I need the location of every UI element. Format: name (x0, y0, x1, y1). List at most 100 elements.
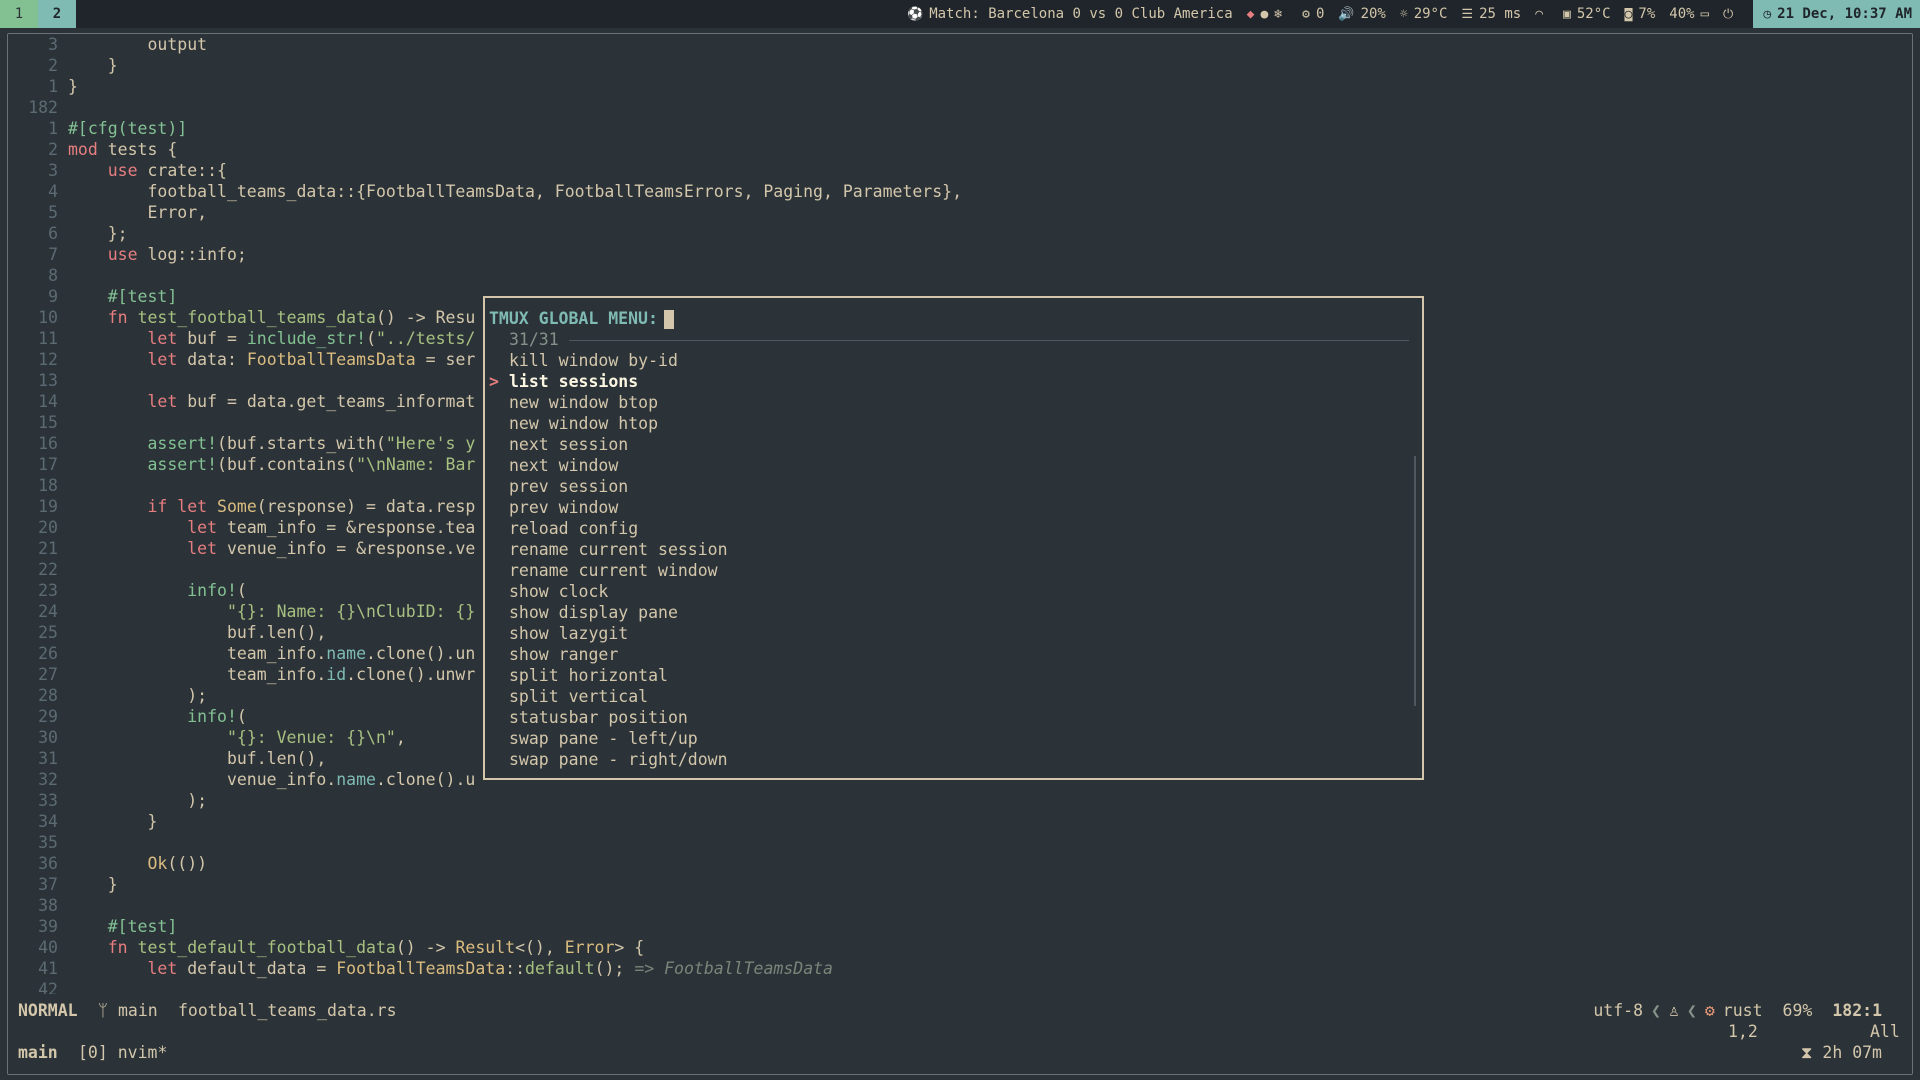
code-token: assert! (147, 455, 218, 474)
menu-item[interactable]: kill window by-id (509, 350, 678, 371)
code-line[interactable]: 4 football_teams_data::{FootballTeamsDat… (8, 181, 1908, 202)
code-text: let venue_info = &response.ve (68, 538, 475, 559)
menu-item[interactable]: show clock (509, 581, 608, 602)
weather-module[interactable]: ☼ 29°C (1400, 6, 1448, 22)
code-token: :: (505, 959, 526, 978)
menu-item[interactable]: swap pane - right/down (509, 749, 728, 770)
code-token: test_football_teams_data (137, 308, 376, 327)
workspace-2-button[interactable]: 2 (38, 0, 76, 28)
code-line[interactable]: 42 (8, 979, 1908, 994)
menu-input-cursor[interactable] (663, 310, 674, 329)
code-line[interactable]: 3 output (8, 34, 1908, 55)
tmux-window-tab[interactable]: [0] nvim* (78, 1042, 167, 1064)
line-number: 40 (38, 938, 58, 957)
code-line[interactable]: 35 (8, 832, 1908, 853)
code-token: (); (594, 959, 635, 978)
line-number: 33 (38, 791, 58, 810)
code-line[interactable]: 2 mod tests { (8, 139, 1908, 160)
menu-scrollbar[interactable] (1414, 456, 1416, 706)
volume-module[interactable]: 🔊 20% (1338, 6, 1385, 22)
code-text: let team_info = &response.tea (68, 517, 475, 538)
line-number: 34 (38, 812, 58, 831)
menu-item[interactable]: split vertical (509, 686, 648, 707)
file-encoding: utf-8 (1593, 1001, 1644, 1020)
menu-item[interactable]: show lazygit (509, 623, 628, 644)
menu-item[interactable]: split horizontal (509, 665, 668, 686)
menu-item[interactable]: new window btop (509, 392, 658, 413)
tmux-session-name[interactable]: main (18, 1042, 58, 1064)
code-text: info!( (68, 706, 247, 727)
code-token: FootballTeamsData (246, 350, 416, 369)
menu-item[interactable]: next session (509, 434, 628, 455)
temp-module[interactable]: ▣ 52°C (1563, 6, 1611, 22)
menu-item[interactable]: prev window (509, 497, 618, 518)
snowflake-icon: ❄ (1274, 6, 1283, 22)
menu-item[interactable]: reload config (509, 518, 638, 539)
ping-module-text: 25 ms (1479, 6, 1522, 22)
chip-icon: ▣ (1563, 6, 1571, 22)
menu-item[interactable]: next window (509, 455, 618, 476)
menu-item[interactable]: show display pane (509, 602, 678, 623)
code-line[interactable]: 6 }; (8, 223, 1908, 244)
code-line[interactable]: 5 Error, (8, 202, 1908, 223)
code-text: #[cfg(test)] (68, 118, 187, 139)
line-number: 3 (48, 35, 58, 54)
code-line[interactable]: 1} (8, 76, 1908, 97)
code-line[interactable]: 7 use log::info; (8, 244, 1908, 265)
line-number: 10 (38, 308, 58, 327)
code-line[interactable]: 8 (8, 265, 1908, 286)
code-token: buf = (177, 329, 247, 348)
menu-item[interactable]: list sessions (509, 371, 638, 392)
code-token: venue_info. (68, 770, 337, 789)
code-line[interactable]: 37 } (8, 874, 1908, 895)
code-token: use (107, 161, 138, 180)
menu-item[interactable]: prev session (509, 476, 628, 497)
code-line[interactable]: 2 } (8, 55, 1908, 76)
code-token: fn (107, 308, 128, 327)
separator-icon: ❮ (1651, 1001, 1661, 1020)
code-line[interactable]: 1 #[cfg(test)] (8, 118, 1908, 139)
temp-module-text: 52°C (1576, 6, 1611, 22)
code-text: output (68, 34, 207, 55)
code-line[interactable]: 36 Ok(()) (8, 853, 1908, 874)
code-line[interactable]: 3 use crate::{ (8, 160, 1908, 181)
tmux-status-bar: main [0] nvim* ⧗ 2h 07m (8, 1042, 1912, 1064)
power-module[interactable]: ⏻ (1723, 6, 1739, 22)
menu-item[interactable]: new window htop (509, 413, 658, 434)
code-text: "{}: Venue: {}\n", (68, 727, 406, 748)
menu-item[interactable]: statusbar position (509, 707, 688, 728)
menu-item[interactable]: rename current session (509, 539, 728, 560)
code-line[interactable]: 182 (8, 97, 1908, 118)
cpu-module[interactable]: ⚙ 0 (1302, 6, 1324, 22)
code-line[interactable]: 41 let default_data = FootballTeamsData:… (8, 958, 1908, 979)
code-token: info! (187, 581, 237, 600)
code-token: ( (236, 707, 247, 726)
line-number: 41 (38, 959, 58, 978)
match-module[interactable]: ⚽ Match: Barcelona 0 vs 0 Club America (907, 6, 1233, 22)
line-number: 35 (38, 833, 58, 852)
ping-module[interactable]: ☰ 25 ms (1461, 6, 1521, 22)
menu-item[interactable]: rename current window (509, 560, 718, 581)
code-token: } (68, 56, 118, 75)
tmux-global-menu[interactable]: TMUX GLOBAL MENU: 31/31 > kill window by… (483, 296, 1424, 780)
cpu-module-text: 0 (1315, 6, 1325, 22)
code-line[interactable]: 38 (8, 895, 1908, 916)
battery-module[interactable]: 40% ▭ (1669, 6, 1709, 22)
code-text: Error, (68, 202, 207, 223)
code-line[interactable]: 39 #[test] (8, 916, 1908, 937)
wifi-module[interactable]: ◠ (1535, 6, 1549, 22)
tray-module[interactable]: ◆ ● ❄ (1247, 7, 1288, 22)
menu-item[interactable]: swap pane - left/up (509, 728, 698, 749)
code-token: data: (177, 350, 247, 369)
memory-module[interactable]: ◙ 7% (1625, 6, 1656, 22)
menu-item[interactable]: show ranger (509, 644, 618, 665)
clock-module[interactable]: ◷ 21 Dec, 10:37 AM (1753, 0, 1920, 28)
code-line[interactable]: 40 fn test_default_football_data() -> Re… (8, 937, 1908, 958)
workspace-1-button[interactable]: 1 (0, 0, 38, 28)
code-line[interactable]: 34 } (8, 811, 1908, 832)
code-line[interactable]: 33 ); (8, 790, 1908, 811)
line-number: 12 (38, 350, 58, 369)
code-token: if let (147, 497, 208, 516)
